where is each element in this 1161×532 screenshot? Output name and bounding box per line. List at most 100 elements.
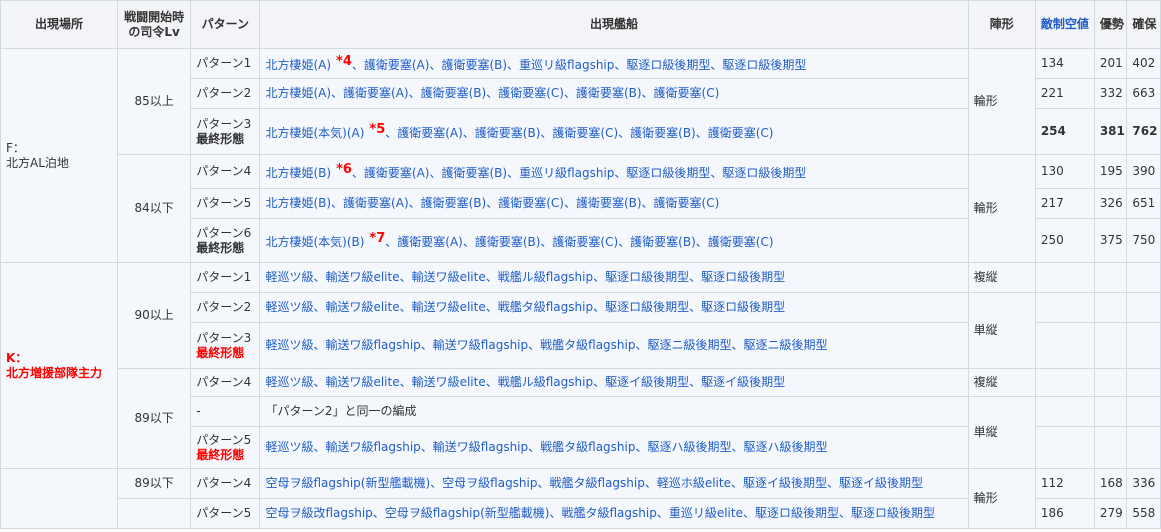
formation-cell: 輪形: [967, 154, 1036, 263]
boss-ship-link[interactable]: 北方棲姫(B): [265, 166, 331, 180]
pattern-label: パターン6: [196, 225, 252, 240]
ship-list-link[interactable]: 空母ヲ級flagship(新型艦載機)、空母ヲ級flagship、戦艦タ級fla…: [265, 476, 923, 490]
header-air-power[interactable]: 敵制空値: [1034, 0, 1095, 49]
ship-list-link[interactable]: 軽巡ツ級、輸送ワ級flagship、輸送ワ級flagship、戦艦タ級flags…: [265, 338, 827, 352]
boss-ship-link[interactable]: 北方棲姫(A): [265, 58, 331, 72]
air-supremacy-value: 558: [1126, 498, 1161, 529]
pattern-cell: パターン5: [190, 188, 261, 219]
footnote-ref[interactable]: *6: [336, 162, 352, 177]
air-power-value: [1034, 368, 1095, 397]
pattern-cell: パターン1: [190, 262, 261, 293]
location-code: K：: [6, 350, 28, 365]
table-row: 89以下 パターン4 空母ヲ級flagship(新型艦載機)、空母ヲ級flags…: [0, 468, 1161, 529]
hq-level-cell: 89以下: [117, 368, 192, 469]
header-formation: 陣形: [967, 0, 1036, 49]
header-location: 出現場所: [0, 0, 119, 49]
boss-ship-link[interactable]: 北方棲姫(本気)(A): [265, 126, 364, 140]
hq-level-cell: [117, 498, 192, 529]
air-power-value: 186: [1034, 498, 1095, 529]
air-superiority-value: [1093, 292, 1128, 323]
header-hq-level-line2: の司令Lv: [128, 24, 180, 39]
ship-list-link[interactable]: 軽巡ツ級、輸送ワ級elite、輸送ワ級elite、戦艦タ級flagship、駆逐…: [265, 300, 785, 314]
pattern-cell: パターン2: [190, 292, 261, 323]
ship-list-link[interactable]: 北方棲姫(A)、護衛要塞(A)、護衛要塞(B)、護衛要塞(C)、護衛要塞(B)、…: [265, 86, 719, 100]
final-form-label: 最終形態: [196, 240, 245, 255]
boss-ship-link[interactable]: 北方棲姫(本気)(B): [265, 235, 364, 249]
formation-cell: 単縦: [967, 396, 1036, 469]
ships-cell: 北方棲姫(A) *4、護衛要塞(A)、護衛要塞(B)、重巡リ級flagship、駆…: [259, 48, 969, 79]
table-row: F： 北方AL泊地 85以上 パターン1 北方棲姫(A) *4、護衛要塞(A)、護…: [0, 48, 1161, 263]
header-air-superiority: 優勢: [1093, 0, 1128, 49]
ships-cell: 北方棲姫(A)、護衛要塞(A)、護衛要塞(B)、護衛要塞(C)、護衛要塞(B)、…: [259, 78, 969, 109]
pattern-cell: パターン5: [190, 498, 261, 529]
air-supremacy-value: [1126, 262, 1161, 293]
ship-list-link[interactable]: 軽巡ツ級、輸送ワ級elite、輸送ワ級elite、戦艦ル級flagship、駆逐…: [265, 375, 785, 389]
ship-list-link[interactable]: 、護衛要塞(A)、護衛要塞(B)、護衛要塞(C)、護衛要塞(B)、護衛要塞(C): [385, 126, 773, 140]
location-code: F：: [6, 140, 25, 155]
table-row: K： 北方増援部隊主力 90以上 パターン1 軽巡ツ級、輸送ワ級elite、輸送…: [0, 262, 1161, 469]
formation-cell: 複縦: [967, 262, 1036, 293]
hq-level-cell: 85以上: [117, 48, 192, 155]
enemy-fleet-table: 出現場所 戦闘開始時 の司令Lv パターン 出現艦船 陣形 敵制空値 優勢 確保…: [0, 0, 1161, 529]
header-hq-level-line1: 戦闘開始時: [124, 9, 185, 24]
pattern-cell: パターン5 最終形態: [190, 426, 261, 469]
footnote-ref[interactable]: *4: [336, 54, 352, 69]
ship-list-link[interactable]: 北方棲姫(B)、護衛要塞(A)、護衛要塞(B)、護衛要塞(C)、護衛要塞(B)、…: [265, 196, 719, 210]
ships-cell: 軽巡ツ級、輸送ワ級elite、輸送ワ級elite、戦艦タ級flagship、駆逐…: [259, 292, 969, 323]
pattern-cell: パターン1: [190, 48, 261, 79]
air-superiority-value: [1093, 262, 1128, 293]
pattern-cell: パターン4: [190, 468, 261, 499]
pattern-label: パターン5: [196, 432, 252, 447]
ships-cell: 北方棲姫(B)、護衛要塞(A)、護衛要塞(B)、護衛要塞(C)、護衛要塞(B)、…: [259, 188, 969, 219]
air-supremacy-value: 402: [1126, 48, 1161, 79]
pattern-cell: パターン4: [190, 154, 261, 189]
air-power-value: 130: [1034, 154, 1095, 189]
final-form-label: 最終形態: [196, 447, 245, 462]
air-superiority-value: 201: [1093, 48, 1128, 79]
air-power-value: [1034, 262, 1095, 293]
location-name: 北方増援部隊主力: [6, 365, 103, 380]
air-supremacy-value: 336: [1126, 468, 1161, 499]
location-cell: F： 北方AL泊地: [0, 48, 119, 263]
ship-list-link[interactable]: 軽巡ツ級、輸送ワ級elite、輸送ワ級elite、戦艦ル級flagship、駆逐…: [265, 270, 785, 284]
formation-cell: 複縦: [967, 368, 1036, 397]
air-supremacy-value: 762: [1126, 108, 1161, 155]
ships-cell: 軽巡ツ級、輸送ワ級elite、輸送ワ級elite、戦艦ル級flagship、駆逐…: [259, 262, 969, 293]
ships-cell: 軽巡ツ級、輸送ワ級flagship、輸送ワ級flagship、戦艦タ級flags…: [259, 322, 969, 369]
ship-list-link[interactable]: 、護衛要塞(A)、護衛要塞(B)、護衛要塞(C)、護衛要塞(B)、護衛要塞(C): [385, 235, 773, 249]
header-ships: 出現艦船: [259, 0, 969, 49]
air-supremacy-value: 651: [1126, 188, 1161, 219]
ships-cell: 軽巡ツ級、輸送ワ級flagship、輸送ワ級flagship、戦艦タ級flags…: [259, 426, 969, 469]
ship-list-link[interactable]: 、護衛要塞(A)、護衛要塞(B)、重巡リ級flagship、駆逐ロ級後期型、駆逐…: [352, 166, 807, 180]
pattern-cell: パターン4: [190, 368, 261, 397]
pattern-cell: パターン6 最終形態: [190, 218, 261, 263]
air-superiority-value: 375: [1093, 218, 1128, 263]
ships-cell: 空母ヲ級flagship(新型艦載機)、空母ヲ級flagship、戦艦タ級fla…: [259, 468, 969, 499]
ship-list-link[interactable]: 軽巡ツ級、輸送ワ級flagship、輸送ワ級flagship、戦艦タ級flags…: [265, 440, 827, 454]
table-row: 89以下 パターン4 軽巡ツ級、輸送ワ級elite、輸送ワ級elite、戦艦ル級…: [1, 368, 1161, 469]
air-power-value: [1034, 426, 1095, 469]
ship-list-link[interactable]: 空母ヲ級改flagship、空母ヲ級flagship(新型艦載機)、戦艦タ級fl…: [265, 506, 935, 520]
air-power-value: 254: [1034, 108, 1095, 155]
air-power-link[interactable]: 敵制空値: [1041, 17, 1089, 31]
ships-cell: 軽巡ツ級、輸送ワ級elite、輸送ワ級elite、戦艦ル級flagship、駆逐…: [259, 368, 969, 397]
air-power-value: [1034, 292, 1095, 323]
ship-list-link[interactable]: 、護衛要塞(A)、護衛要塞(B)、重巡リ級flagship、駆逐ロ級後期型、駆逐…: [352, 58, 807, 72]
footnote-ref[interactable]: *7: [369, 231, 385, 246]
air-power-value: [1034, 396, 1095, 427]
air-power-value: 217: [1034, 188, 1095, 219]
location-cell: K： 北方増援部隊主力: [0, 262, 119, 469]
air-supremacy-value: [1126, 396, 1161, 427]
air-superiority-value: [1093, 396, 1128, 427]
air-power-value: 112: [1034, 468, 1095, 499]
air-supremacy-value: [1126, 292, 1161, 323]
footnote-ref[interactable]: *5: [369, 122, 385, 137]
air-superiority-value: [1093, 426, 1128, 469]
air-superiority-value: 381: [1093, 108, 1128, 155]
final-form-label: 最終形態: [196, 131, 245, 146]
air-superiority-value: 326: [1093, 188, 1128, 219]
final-form-label: 最終形態: [196, 345, 245, 360]
table-row: 84以下 パターン4 北方棲姫(B) *6、護衛要塞(A)、護衛要塞(B)、重巡リ…: [1, 154, 1161, 263]
location-cell: [0, 468, 119, 529]
pattern-label: パターン3: [196, 330, 252, 345]
